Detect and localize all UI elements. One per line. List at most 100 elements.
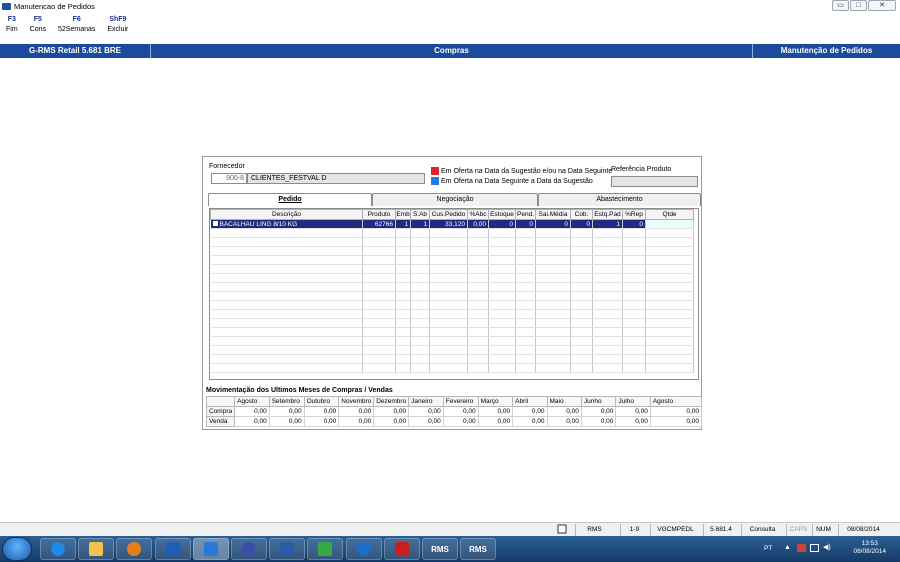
start-button[interactable] bbox=[2, 537, 32, 561]
status-doc-icon bbox=[552, 524, 572, 536]
grid-column-header[interactable]: Pend. bbox=[515, 209, 536, 220]
grid-cell bbox=[570, 255, 593, 265]
grid-column-header[interactable]: Estoque bbox=[488, 209, 516, 220]
taskbar-clock[interactable]: 13:53 08/08/2014 bbox=[853, 540, 886, 556]
grid-column-header[interactable]: %Rep bbox=[622, 209, 646, 220]
fkey-f6-52semanas[interactable]: F6 52Semanas bbox=[52, 16, 101, 42]
grid-cell[interactable] bbox=[645, 237, 694, 247]
tray-network-icon[interactable] bbox=[810, 544, 819, 552]
grid-cell[interactable] bbox=[645, 345, 694, 355]
grid-cell bbox=[410, 246, 430, 256]
taskbar-tool[interactable] bbox=[307, 538, 343, 560]
grid-column-header[interactable]: Produto bbox=[362, 209, 396, 220]
table-row[interactable] bbox=[210, 345, 694, 355]
grid-cell[interactable] bbox=[645, 246, 694, 256]
grid-cell[interactable] bbox=[645, 264, 694, 274]
blue-legend-swatch bbox=[431, 177, 439, 185]
grid-cell bbox=[570, 246, 593, 256]
folder-icon bbox=[89, 542, 103, 556]
grid-cell[interactable] bbox=[645, 300, 694, 310]
fkey-f5-cons[interactable]: F5 Cons bbox=[24, 16, 52, 42]
grid-cell bbox=[592, 318, 623, 328]
fkey-f3-fim[interactable]: F3 Fim bbox=[0, 16, 24, 42]
grid-cell[interactable] bbox=[645, 273, 694, 283]
grid-column-header[interactable]: Estq.Pad bbox=[592, 209, 623, 220]
grid-column-header[interactable]: %Abc bbox=[467, 209, 489, 220]
grid-cell[interactable] bbox=[645, 282, 694, 292]
minimize-button[interactable]: ▭ bbox=[832, 0, 849, 11]
taskbar-rms-2[interactable]: RMS bbox=[460, 538, 496, 560]
grid-cell: 0 bbox=[570, 219, 593, 229]
maximize-button[interactable]: □ bbox=[850, 0, 867, 11]
close-button[interactable]: ✕ bbox=[868, 0, 896, 11]
grid-cell[interactable] bbox=[645, 219, 694, 229]
grid-cell bbox=[395, 345, 411, 355]
fornecedor-code-field[interactable]: 900-8 bbox=[211, 173, 247, 184]
row-selector-icon[interactable] bbox=[212, 221, 218, 227]
table-row[interactable] bbox=[210, 264, 694, 274]
table-row[interactable] bbox=[210, 246, 694, 256]
grid-column-header[interactable]: Cus.Pedido bbox=[429, 209, 468, 220]
taskbar-media[interactable] bbox=[116, 538, 152, 560]
table-row[interactable] bbox=[210, 354, 694, 364]
grid-cell: 1 bbox=[592, 219, 623, 229]
taskbar-lync[interactable] bbox=[193, 538, 229, 560]
table-row[interactable] bbox=[210, 273, 694, 283]
taskbar-app[interactable] bbox=[231, 538, 267, 560]
grid-column-header[interactable]: Sai.Média bbox=[535, 209, 571, 220]
grid-cell[interactable] bbox=[645, 318, 694, 328]
taskbar-outlook[interactable] bbox=[155, 538, 191, 560]
grid-cell bbox=[535, 363, 571, 373]
fkey-shf9-excluir[interactable]: ShF9 Excluir bbox=[101, 16, 134, 42]
table-row[interactable] bbox=[210, 318, 694, 328]
grid-cell[interactable] bbox=[645, 255, 694, 265]
status-caps: CAPS bbox=[786, 524, 810, 536]
tray-volume-icon[interactable]: ◀) bbox=[823, 543, 831, 551]
app-icon bbox=[242, 542, 256, 556]
month-header: Novembro bbox=[338, 396, 375, 407]
referencia-field[interactable] bbox=[611, 176, 698, 187]
taskbar-word[interactable] bbox=[269, 538, 305, 560]
tab-pedido[interactable]: Pedido bbox=[208, 193, 372, 206]
table-row[interactable] bbox=[210, 228, 694, 238]
table-row[interactable] bbox=[210, 336, 694, 346]
grid-cell[interactable] bbox=[645, 309, 694, 319]
table-row[interactable] bbox=[210, 282, 694, 292]
grid-cell[interactable] bbox=[645, 336, 694, 346]
table-row[interactable] bbox=[210, 291, 694, 301]
table-row[interactable]: BACALHAU LING 8/10 KG 62766 1 1 33,120 0,00 0 0… bbox=[210, 219, 694, 229]
tray-arrow-icon[interactable]: ▲ bbox=[784, 544, 791, 551]
movement-value: 0,00 bbox=[303, 416, 340, 427]
taskbar-ie[interactable] bbox=[40, 538, 76, 560]
table-row[interactable] bbox=[210, 327, 694, 337]
grid-column-header[interactable]: Cob. bbox=[570, 209, 593, 220]
table-row[interactable] bbox=[210, 255, 694, 265]
table-row[interactable] bbox=[210, 237, 694, 247]
table-row[interactable] bbox=[210, 300, 694, 310]
tab-abastecimento[interactable]: Abastecimento bbox=[538, 193, 701, 206]
tray-flag-icon[interactable] bbox=[797, 544, 806, 552]
grid-cell[interactable] bbox=[645, 354, 694, 364]
tray-language[interactable]: PT bbox=[764, 545, 772, 552]
table-row[interactable] bbox=[210, 363, 694, 373]
taskbar-pdf[interactable] bbox=[384, 538, 420, 560]
taskbar-teamviewer[interactable] bbox=[346, 538, 382, 560]
grid-column-header[interactable]: Qtde bbox=[645, 209, 694, 220]
taskbar-rms-1[interactable]: RMS bbox=[422, 538, 458, 560]
grid-cell[interactable] bbox=[645, 327, 694, 337]
grid-cell bbox=[622, 318, 646, 328]
grid-cell bbox=[429, 264, 468, 274]
grid-cell[interactable] bbox=[645, 291, 694, 301]
grid-cell bbox=[395, 264, 411, 274]
grid-cell bbox=[535, 336, 571, 346]
grid-column-header[interactable]: Descrição bbox=[210, 209, 363, 220]
table-row[interactable] bbox=[210, 309, 694, 319]
grid-cell[interactable] bbox=[645, 363, 694, 373]
tab-negociacao[interactable]: Negociação bbox=[372, 193, 538, 206]
grid-cell[interactable] bbox=[645, 228, 694, 238]
grid-cell bbox=[410, 282, 430, 292]
taskbar-explorer[interactable] bbox=[78, 538, 114, 560]
grid-cell bbox=[570, 282, 593, 292]
grid-column-header[interactable]: Emb bbox=[395, 209, 411, 220]
grid-column-header[interactable]: S.Ab bbox=[410, 209, 430, 220]
